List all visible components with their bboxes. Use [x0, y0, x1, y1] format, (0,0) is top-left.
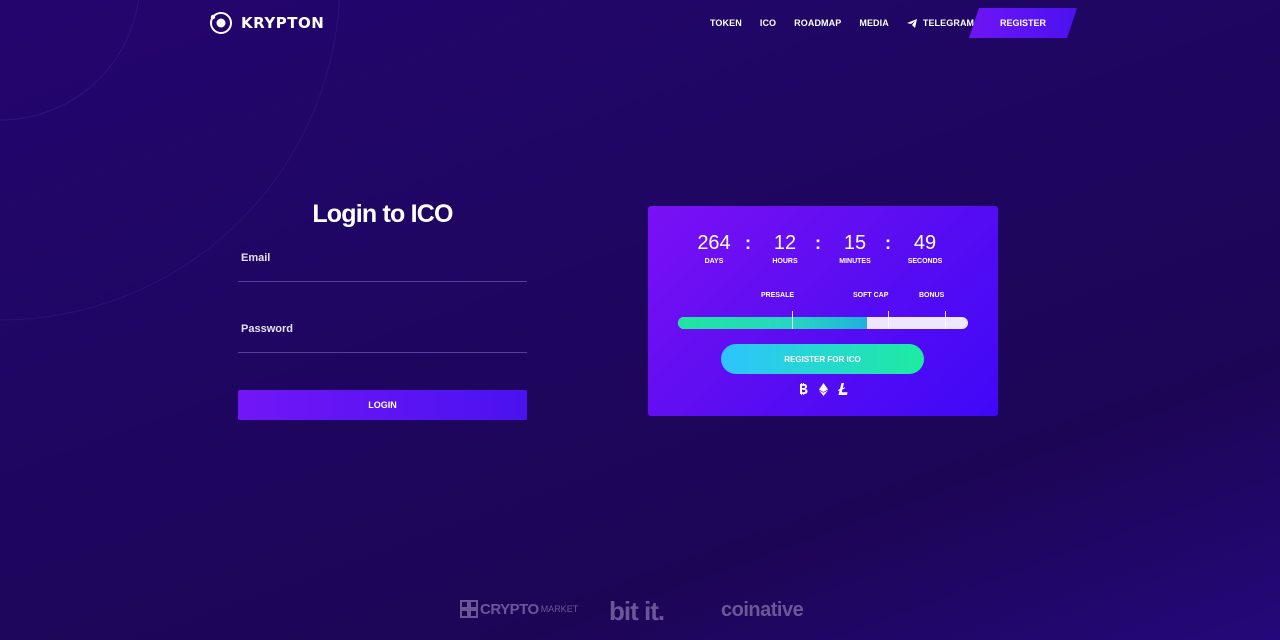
ico-countdown-card: 264 : 12 : 15 : 49 DAYS HOURS MINUTES SE…: [648, 206, 998, 416]
partner-coinative-logo: coinative: [721, 599, 804, 621]
nav-item-telegram[interactable]: TELEGRAM: [906, 18, 975, 28]
countdown-seconds-value: 49: [913, 232, 937, 254]
brand-name: KRYPTON: [241, 14, 325, 32]
ico-progress-bar: [678, 317, 968, 329]
litecoin-icon: [838, 382, 848, 396]
bitcoin-icon: [798, 382, 808, 396]
brand-logo[interactable]: KRYPTON: [209, 11, 324, 35]
countdown-days-label: DAYS: [704, 258, 724, 265]
partner-bitit-logo: bit it.: [609, 596, 665, 626]
accepted-coins: [648, 382, 998, 396]
partner-logos: CRYPTO MARKET bit it. coinative: [0, 596, 1280, 626]
nav-item-telegram-label: TELEGRAM: [922, 18, 975, 28]
countdown-separator: :: [745, 233, 751, 253]
countdown-separator: :: [885, 233, 891, 253]
milestone-presale-label: PRESALE: [761, 292, 795, 299]
partner-crypto-name: CRYPTO: [480, 600, 539, 618]
partner-crypto-market-logo: CRYPTO MARKET: [460, 600, 578, 618]
milestone-bonus-tick: [945, 311, 946, 329]
main-nav: TOKEN ICO ROADMAP MEDIA TELEGRAM: [710, 8, 992, 38]
countdown-hours-label: HOURS: [772, 258, 798, 265]
register-for-ico-button[interactable]: REGISTER FOR ICO: [721, 344, 924, 374]
nav-item-roadmap[interactable]: ROADMAP: [794, 18, 841, 28]
countdown-days-value: 264: [697, 232, 731, 254]
email-input[interactable]: [238, 252, 527, 281]
countdown-minutes-value: 15: [843, 232, 867, 254]
milestone-softcap-label: SOFT CAP: [853, 292, 889, 299]
login-button[interactable]: LOGIN: [238, 390, 527, 420]
milestone-presale-tick: [792, 311, 793, 329]
orbit-logo-icon: [209, 11, 233, 35]
milestone-bonus-label: BONUS: [919, 292, 945, 299]
milestone-softcap-tick: [888, 311, 889, 329]
password-field[interactable]: Password: [238, 323, 527, 353]
nav-item-media[interactable]: MEDIA: [859, 18, 889, 28]
ico-progress-fill: [678, 317, 867, 329]
nav-item-ico[interactable]: ICO: [760, 18, 776, 28]
countdown-separator: :: [815, 233, 821, 253]
countdown-seconds-label: SECONDS: [907, 258, 943, 265]
crypto-market-icon: [460, 600, 478, 618]
countdown-hours-value: 12: [773, 232, 797, 254]
background-rings: [0, 0, 340, 321]
ethereum-icon: [818, 382, 828, 396]
countdown-minutes-label: MINUTES: [839, 258, 871, 265]
partner-crypto-suffix: MARKET: [540, 604, 579, 614]
nav-item-token[interactable]: TOKEN: [710, 18, 742, 28]
password-input[interactable]: [238, 323, 527, 352]
telegram-icon: [906, 18, 917, 28]
login-title: Login to ICO: [312, 200, 453, 228]
register-button[interactable]: REGISTER: [969, 8, 1077, 38]
email-field[interactable]: Email: [238, 252, 527, 282]
